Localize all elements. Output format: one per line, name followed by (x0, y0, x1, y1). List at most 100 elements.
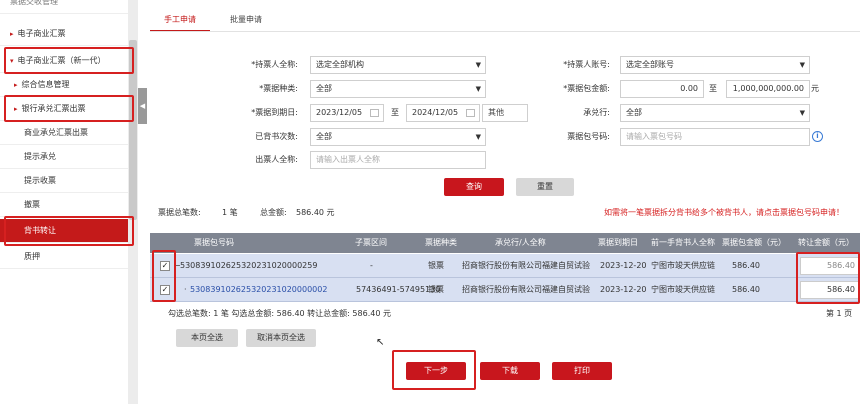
col-due: 票据到期日 (598, 238, 638, 247)
sidebar-item-ecommerce-bill[interactable]: 电子商业汇票 (0, 22, 128, 46)
selection-summary: 勾选总笔数: 1 笔 勾选总金额: 586.40 转让总金额: 586.40 元 (168, 309, 391, 318)
acceptor-cell: 招商银行股份有限公司福建自贸试验 (462, 261, 590, 270)
collapse-sidebar-icon[interactable]: ◀ (138, 88, 147, 124)
due-date-from-input[interactable]: 2023/12/05 (310, 104, 384, 122)
page-indicator: 第 1 页 (826, 309, 853, 318)
chevron-down-icon: ▼ (475, 61, 481, 69)
next-step-button[interactable]: 下一步 (406, 362, 466, 380)
holder-name-label: *持票人全称: (251, 60, 298, 69)
due-cell: 2023-12-20 (600, 261, 647, 270)
bill-type-value: 全部 (316, 84, 332, 93)
endorse-count-value: 全部 (316, 132, 332, 141)
drawer-label: 出票人全称: (255, 155, 298, 164)
print-button[interactable]: 打印 (552, 362, 612, 380)
query-button[interactable]: 查询 (444, 178, 504, 196)
table-row[interactable]: ✓ − 530839102625320231020000259 - 银票 招商银… (150, 254, 860, 278)
total-count-value: 1 笔 (222, 208, 238, 217)
other-date-option[interactable]: 其他 (482, 104, 528, 122)
pkg-amount-cell: 586.40 (732, 285, 760, 294)
prev-endorser-cell: 宁图市竣天供应链 (651, 285, 715, 294)
split-notice: 如需将一笔票据拆分背书给多个被背书人，请点击票据包号码申请！ (604, 208, 844, 217)
col-range: 子票区间 (355, 238, 387, 247)
sidebar-item-commercial-acceptance-issue[interactable]: 商业承兑汇票出票 (0, 121, 128, 145)
due-date-to-input[interactable]: 2024/12/05 (406, 104, 480, 122)
due-date-label: *票据到期日: (251, 108, 298, 117)
col-acceptor: 承兑行/人全称 (495, 238, 546, 247)
range-cell: - (370, 261, 373, 270)
total-amount-label: 总金额: (260, 208, 287, 217)
pkg-amount-from-input[interactable]: 0.00 (620, 80, 704, 98)
info-icon[interactable]: i (812, 131, 823, 142)
sidebar-item-info-management[interactable]: 综合信息管理 (0, 73, 128, 97)
chevron-down-icon: ▼ (799, 61, 805, 69)
due-date-from-value: 2023/12/05 (316, 108, 363, 117)
pkg-amount-cell: 586.40 (732, 261, 760, 270)
type-cell: 银票 (428, 261, 444, 270)
date-to-label: 至 (391, 108, 399, 117)
calendar-icon[interactable] (370, 109, 379, 117)
row-checkbox[interactable]: ✓ (160, 261, 170, 271)
acceptor-select[interactable]: 全部 ▼ (620, 104, 810, 122)
sidebar-item-bank-acceptance-issue[interactable]: 银行承兑汇票出票 (0, 97, 128, 121)
drawer-input[interactable]: 请输入出票人全称 (310, 151, 486, 169)
sidebar-item-ecommerce-bill-new[interactable]: 电子商业汇票（新一代） (0, 49, 128, 73)
sidebar-item-pledge[interactable]: 质押 (0, 245, 128, 269)
pkg-no-input[interactable]: 请输入票包号码 (620, 128, 810, 146)
transfer-amount-input[interactable]: 586.40 (800, 281, 860, 299)
sidebar-item-endorsement-transfer[interactable]: 背书转让 (0, 219, 128, 243)
chevron-down-icon: ▼ (475, 85, 481, 93)
amount-to-label: 至 (709, 84, 717, 93)
select-page-button[interactable]: 本页全选 (176, 329, 238, 347)
holder-account-select[interactable]: 选定全部账号 ▼ (620, 56, 810, 74)
col-transfer-amount: 转让金额（元） (798, 238, 854, 247)
holder-account-value: 选定全部账号 (626, 60, 674, 69)
tab-batch-apply[interactable]: 批量申请 (218, 10, 274, 32)
reset-button[interactable]: 重置 (516, 178, 574, 196)
child-marker: · (184, 285, 187, 294)
acceptor-value: 全部 (626, 108, 642, 117)
sidebar-scroll-thumb[interactable] (129, 40, 137, 220)
pkg-no-cell[interactable]: 530839102625320231020000259 (180, 254, 360, 278)
total-count-label: 票据总笔数: (158, 208, 201, 217)
pkg-no-label: 票据包号码: (567, 132, 610, 141)
sidebar-item-present-receipt[interactable]: 提示收票 (0, 169, 128, 193)
amount-unit: 元 (811, 84, 819, 93)
chevron-down-icon: ▼ (799, 109, 805, 117)
sidebar-item-bill-delivery[interactable]: 票据交收管理 (0, 0, 128, 14)
sidebar-item-withdraw[interactable]: 撤票 (0, 193, 128, 217)
table-header: 票据包号码 子票区间 票据种类 承兑行/人全称 票据到期日 前一手背书人全称 票… (150, 233, 860, 253)
mouse-cursor-icon: ↖ (376, 337, 385, 348)
total-amount-value: 586.40 元 (296, 208, 335, 217)
col-pkg-amount: 票据包金额（元） (722, 238, 786, 247)
sidebar-item-present-acceptance[interactable]: 提示承兑 (0, 145, 128, 169)
bill-type-select[interactable]: 全部 ▼ (310, 80, 486, 98)
calendar-icon[interactable] (466, 109, 475, 117)
tab-manual-apply[interactable]: 手工申请 (150, 10, 210, 32)
holder-account-label: *持票人账号: (563, 60, 610, 69)
type-cell: 银票 (428, 285, 444, 294)
col-prev-endorser: 前一手背书人全称 (651, 238, 715, 247)
col-pkg-no: 票据包号码 (194, 238, 234, 247)
sidebar: 票据交收管理 电子商业汇票 电子商业汇票（新一代） 综合信息管理 银行承兑汇票出… (0, 0, 138, 404)
endorse-count-label: 已背书次数: (255, 132, 298, 141)
bill-type-label: *票据种类: (259, 84, 298, 93)
holder-name-value: 选定全部机构 (316, 60, 364, 69)
chevron-down-icon: ▼ (475, 133, 481, 141)
holder-name-select[interactable]: 选定全部机构 ▼ (310, 56, 486, 74)
pkg-no-cell[interactable]: 530839102625320231020000002 (190, 278, 352, 302)
acceptor-cell: 招商银行股份有限公司福建自贸试验 (462, 285, 590, 294)
due-date-to-value: 2024/12/05 (412, 108, 459, 117)
due-cell: 2023-12-20 (600, 285, 647, 294)
transfer-amount-input[interactable]: 586.40 (800, 257, 860, 275)
download-button[interactable]: 下载 (480, 362, 540, 380)
tab-divider (150, 31, 860, 32)
deselect-page-button[interactable]: 取消本页全选 (246, 329, 316, 347)
endorse-count-select[interactable]: 全部 ▼ (310, 128, 486, 146)
pkg-amount-to-input[interactable]: 1,000,000,000.00 (726, 80, 810, 98)
row-checkbox[interactable]: ✓ (160, 285, 170, 295)
acceptor-label: 承兑行: (583, 108, 610, 117)
prev-endorser-cell: 宁图市竣天供应链 (651, 261, 715, 270)
col-type: 票据种类 (425, 238, 457, 247)
pkg-amount-label: *票据包金额: (563, 84, 610, 93)
table-row[interactable]: ✓ · 530839102625320231020000002 57436491… (150, 278, 860, 302)
